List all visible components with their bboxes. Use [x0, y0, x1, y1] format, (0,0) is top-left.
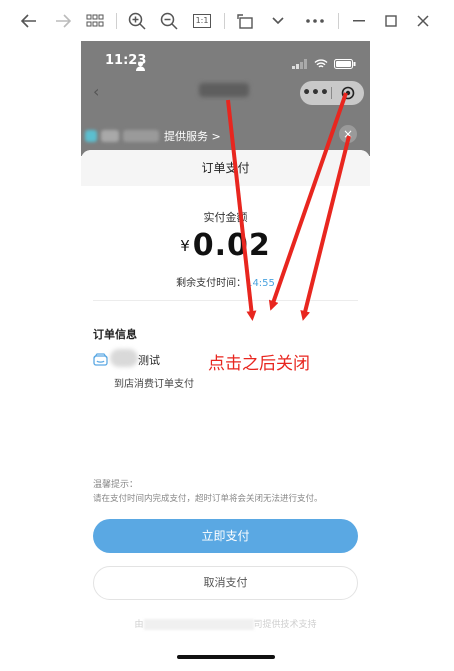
close-icon[interactable]	[412, 10, 434, 32]
tips-body: 请在支付时间内完成支付，超时订单将会关闭无法进行支付。	[93, 494, 323, 504]
home-indicator	[177, 655, 275, 659]
sheet-title: 订单支付	[81, 150, 370, 186]
cancel-payment-button[interactable]: 取消支付	[93, 566, 358, 600]
remaining-time-label: 剩余支付时间：	[176, 278, 247, 289]
paid-amount-label: 实付金额	[203, 211, 248, 224]
footer-prefix: 由	[134, 620, 144, 630]
zoom-in-icon[interactable]	[126, 10, 148, 32]
status-icons	[292, 54, 356, 73]
remaining-time: 剩余支付时间：14:55	[81, 274, 370, 289]
minimize-icon[interactable]	[348, 10, 370, 32]
rotate-icon[interactable]	[234, 10, 256, 32]
order-name: 测试	[138, 354, 160, 367]
blurred-text	[101, 130, 119, 142]
service-row: 提供服务 >	[81, 125, 370, 151]
forward-arrow-icon[interactable]	[52, 10, 74, 32]
back-arrow-icon[interactable]	[18, 10, 40, 32]
capsule-more-button[interactable]: •••	[300, 81, 331, 105]
blurred-logo	[85, 130, 97, 142]
viewer-toolbar: 1:1	[0, 0, 454, 42]
footer-credit: 由 司提供技术支持	[81, 617, 370, 630]
footer-suffix: 司提供技术支持	[253, 620, 317, 630]
countdown-value: 14:55	[246, 278, 275, 289]
blurred-text	[123, 130, 159, 142]
more-icon[interactable]	[304, 10, 326, 32]
signal-icon	[292, 54, 308, 73]
blurred-store-name	[110, 349, 138, 367]
zoom-out-icon[interactable]	[158, 10, 180, 32]
service-provider-link[interactable]: 提供服务 >	[164, 128, 221, 144]
back-chevron-icon[interactable]: ‹	[93, 82, 99, 101]
payment-amount: ¥0.02	[81, 228, 370, 263]
order-info-title: 订单信息	[93, 328, 137, 341]
annotation-text: 点击之后关闭	[208, 354, 310, 374]
person-icon	[136, 56, 145, 75]
payment-sheet: 订单支付 实付金额 ¥0.02 剩余支付时间：14:55 订单信息 测试 到店消…	[81, 150, 370, 671]
blurred-page-title	[199, 83, 249, 97]
actual-size-label: 1:1	[193, 14, 211, 28]
grid-view-icon[interactable]	[84, 10, 106, 32]
mini-program-capsule: •••	[300, 81, 364, 105]
maximize-icon[interactable]	[380, 10, 402, 32]
currency-symbol: ¥	[180, 237, 190, 255]
blurred-company	[143, 619, 254, 630]
close-sheet-button[interactable]: ×	[339, 125, 357, 143]
capsule-close-button[interactable]	[332, 86, 363, 100]
pay-now-button[interactable]: 立即支付	[93, 519, 358, 553]
chevron-down-icon[interactable]	[268, 10, 288, 32]
order-subtitle: 到店消费订单支付	[114, 379, 194, 390]
store-icon	[93, 351, 108, 370]
amount-value: 0.02	[192, 228, 271, 263]
tips-title: 温馨提示：	[93, 480, 139, 490]
battery-icon	[334, 54, 356, 73]
divider	[93, 300, 358, 301]
wifi-icon	[314, 54, 328, 73]
actual-size-icon[interactable]: 1:1	[190, 10, 214, 32]
